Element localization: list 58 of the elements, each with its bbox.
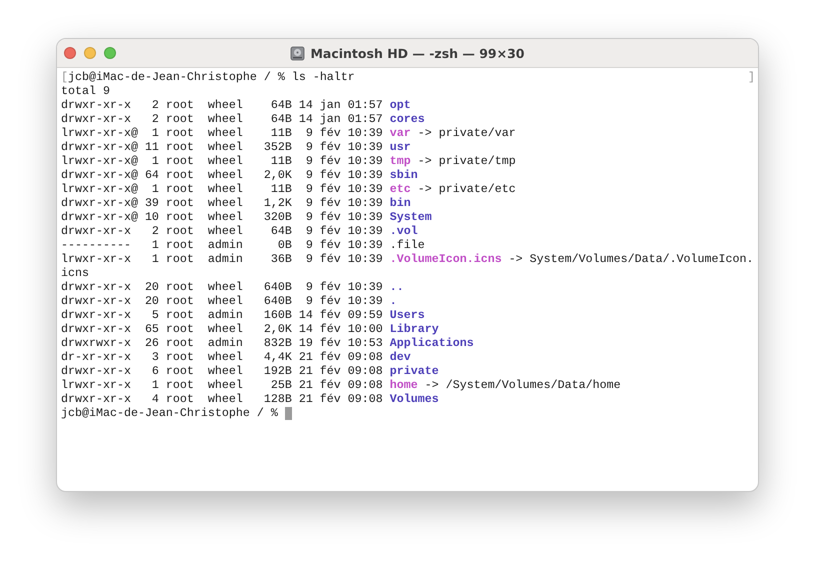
file-details: ---------- 1 root admin 0B 9 fév 10:39 — [61, 238, 383, 252]
file-details: drwxr-xr-x 2 root wheel 64B 9 fév 10:39 — [61, 224, 383, 238]
file-details: dr-xr-xr-x 3 root wheel 4,4K 21 fév 09:08 — [61, 350, 383, 364]
file-name: opt — [390, 98, 411, 112]
hard-drive-icon — [290, 46, 306, 60]
file-name: var — [390, 126, 411, 140]
link-target: -> System/Volumes/Data/.VolumeIcon. — [508, 252, 754, 266]
shell-prompt: jcb@iMac-de-Jean-Christophe / % ls -haltr — [68, 70, 355, 84]
close-button[interactable] — [64, 47, 76, 59]
file-name: .file — [390, 238, 425, 252]
file-details: lrwxr-xr-x@ 1 root wheel 11B 9 fév 10:39 — [61, 182, 383, 196]
file-name: home — [390, 378, 418, 392]
shell-prompt: jcb@iMac-de-Jean-Christophe / % — [61, 406, 278, 420]
link-target: -> private/var — [418, 126, 516, 140]
file-name: . — [390, 294, 397, 308]
file-name: .vol — [390, 224, 418, 238]
file-name: Volumes — [390, 392, 439, 406]
file-name: Applications — [390, 336, 474, 350]
link-target: -> /System/Volumes/Data/home — [424, 378, 621, 392]
file-name: System — [390, 210, 432, 224]
file-name: bin — [390, 196, 411, 210]
file-details: drwxr-xr-x 20 root wheel 640B 9 fév 10:39 — [61, 280, 383, 294]
file-name: Users — [390, 308, 425, 322]
minimize-button[interactable] — [84, 47, 96, 59]
file-name: private — [390, 364, 439, 378]
link-target: -> private/etc — [418, 182, 516, 196]
file-name: usr — [390, 140, 411, 154]
zoom-button[interactable] — [104, 47, 116, 59]
file-details: drwxr-xr-x 65 root wheel 2,0K 14 fév 10:00 — [61, 322, 383, 336]
file-details: drwxr-xr-x@ 11 root wheel 352B 9 fév 10:39 — [61, 140, 383, 154]
output-text: icns — [61, 266, 89, 280]
file-details: lrwxr-xr-x@ 1 root wheel 11B 9 fév 10:39 — [61, 154, 383, 168]
window-title: Macintosh HD — -zsh — 99×30 — [310, 46, 525, 60]
file-details: drwxrwxr-x 26 root admin 832B 19 fév 10:53 — [61, 336, 383, 350]
file-details: drwxr-xr-x 6 root wheel 192B 21 fév 09:08 — [61, 364, 383, 378]
file-name: etc — [390, 182, 411, 196]
file-details: drwxr-xr-x 4 root wheel 128B 21 fév 09:08 — [61, 392, 383, 406]
link-target: -> private/tmp — [418, 154, 516, 168]
file-name: tmp — [390, 154, 411, 168]
file-details: lrwxr-xr-x@ 1 root wheel 11B 9 fév 10:39 — [61, 126, 383, 140]
file-details: drwxr-xr-x 5 root admin 160B 14 fév 09:59 — [61, 308, 383, 322]
mark-bracket: [ — [61, 70, 68, 84]
file-name: Library — [390, 322, 439, 336]
file-details: drwxr-xr-x 2 root wheel 64B 14 jan 01:57 — [61, 112, 383, 126]
file-name: cores — [390, 112, 425, 126]
file-details: lrwxr-xr-x 1 root admin 36B 9 fév 10:39 — [61, 252, 383, 266]
file-name: sbin — [390, 168, 418, 182]
mark-bracket: ] — [748, 70, 755, 84]
output-text: total 9 — [61, 84, 110, 98]
file-details: lrwxr-xr-x 1 root wheel 25B 21 fév 09:08 — [61, 378, 383, 392]
file-details: drwxr-xr-x 20 root wheel 640B 9 fév 10:39 — [61, 294, 383, 308]
file-details: drwxr-xr-x@ 64 root wheel 2,0K 9 fév 10:39 — [61, 168, 383, 182]
file-name: dev — [390, 350, 411, 364]
file-details: drwxr-xr-x@ 10 root wheel 320B 9 fév 10:39 — [61, 210, 383, 224]
file-name: .VolumeIcon.icns — [390, 252, 502, 266]
file-details: drwxr-xr-x 2 root wheel 64B 14 jan 01:57 — [61, 98, 383, 112]
file-details: drwxr-xr-x@ 39 root wheel 1,2K 9 fév 10:39 — [61, 196, 383, 210]
file-name: .. — [390, 280, 404, 294]
